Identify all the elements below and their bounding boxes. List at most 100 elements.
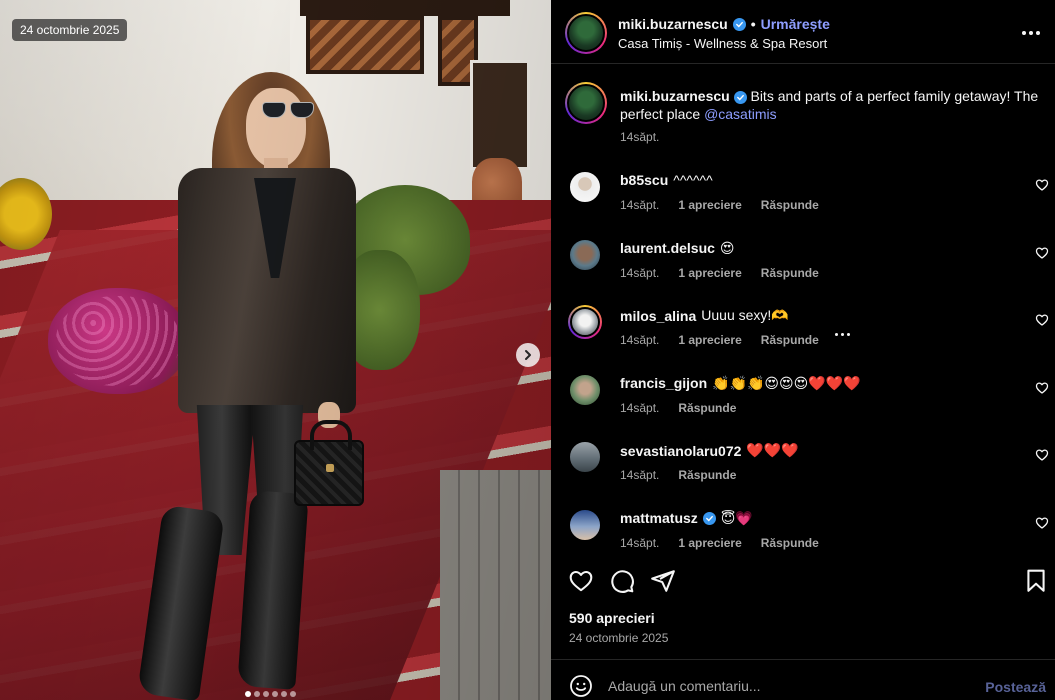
comment-line: laurent.delsuc 😍: [620, 240, 735, 257]
post-location[interactable]: Casa Timiș - Wellness & Spa Resort: [618, 36, 827, 51]
caption-text-block: miki.buzarnescu Bits and parts of a perf…: [620, 87, 1040, 123]
heart-icon[interactable]: [568, 568, 594, 594]
smiley-icon[interactable]: [569, 674, 593, 698]
comment-username[interactable]: sevastianolaru072: [620, 443, 741, 459]
post-actions-bar: [551, 560, 1055, 600]
author-avatar[interactable]: [565, 12, 607, 54]
comment-reply-button[interactable]: Răspunde: [761, 536, 819, 550]
verified-badge-icon: [733, 91, 747, 104]
comment-username[interactable]: francis_gijon: [620, 375, 707, 391]
comment-reply-button[interactable]: Răspunde: [761, 198, 819, 212]
bookmark-icon[interactable]: [1023, 568, 1049, 594]
comment-more-options[interactable]: [835, 333, 850, 336]
caption-avatar[interactable]: [565, 82, 607, 124]
follow-button[interactable]: Urmărește: [761, 16, 830, 32]
comment-meta: 14săpt. 1 apreciere Răspunde: [620, 266, 819, 280]
comment-text: ^^^^^^: [673, 172, 713, 188]
add-comment-bar: Postează: [551, 659, 1055, 700]
comment-line: sevastianolaru072 ❤️❤️❤️: [620, 442, 799, 459]
comment-username[interactable]: mattmatusz: [620, 510, 698, 526]
comment-reply-button[interactable]: Răspunde: [678, 468, 736, 482]
comment-time[interactable]: 14săpt.: [620, 266, 659, 280]
commenter-avatar[interactable]: [568, 237, 602, 272]
comment-row: mattmatusz 😇💗 14săpt. 1 apreciere Răspunde: [551, 498, 1055, 566]
comment-row: milos_alina Uuuu sexy!🫶 14săpt. 1 apreciere…: [551, 295, 1055, 363]
comment-row: b85scu ^^^^^^ 14săpt. 1 apreciere Răspunde: [551, 160, 1055, 228]
comment-text: Uuuu sexy!🫶: [701, 307, 789, 323]
post-side-panel: miki.buzarnescu • Urmărește Casa Timiș -…: [551, 0, 1055, 700]
comment-time[interactable]: 14săpt.: [620, 468, 659, 482]
author-username[interactable]: miki.buzarnescu: [618, 16, 728, 32]
comment-time[interactable]: 14săpt.: [620, 333, 659, 347]
heart-icon[interactable]: [1035, 448, 1049, 462]
commenter-avatar[interactable]: [568, 507, 602, 542]
more-options-button[interactable]: [1019, 24, 1043, 42]
comment-text: 😇💗: [720, 509, 753, 526]
carousel-dot: [281, 691, 287, 697]
comment-likes[interactable]: 1 apreciere: [678, 536, 741, 550]
comment-row: sevastianolaru072 ❤️❤️❤️ 14săpt. Răspunde: [551, 430, 1055, 498]
carousel-dot: [272, 691, 278, 697]
comment-time[interactable]: 14săpt.: [620, 198, 659, 212]
carousel-next-button[interactable]: [516, 343, 540, 367]
comment-text: 😍: [719, 239, 735, 256]
post-header: miki.buzarnescu • Urmărește Casa Timiș -…: [551, 0, 1055, 64]
commenter-avatar[interactable]: [568, 372, 602, 407]
post-date[interactable]: 24 octombrie 2025: [569, 631, 668, 645]
carousel-dots: [245, 691, 296, 697]
ellipsis-icon: [1022, 31, 1026, 35]
comment-username[interactable]: b85scu: [620, 172, 668, 188]
ellipsis-icon: [835, 333, 838, 336]
post-comment-button[interactable]: Postează: [985, 679, 1046, 695]
comment-bubble-icon[interactable]: [609, 568, 635, 594]
comments-list: b85scu ^^^^^^ 14săpt. 1 apreciere Răspunde la…: [551, 160, 1055, 565]
verified-badge-icon: [702, 511, 716, 525]
commenter-avatar[interactable]: [568, 440, 602, 474]
caption-mention-link[interactable]: @casatimis: [704, 106, 777, 122]
comment-time[interactable]: 14săpt.: [620, 401, 659, 415]
heart-icon[interactable]: [1035, 313, 1049, 327]
comment-likes[interactable]: 1 apreciere: [678, 333, 741, 347]
comment-username[interactable]: milos_alina: [620, 308, 696, 324]
caption-username[interactable]: miki.buzarnescu: [620, 88, 730, 104]
heart-icon[interactable]: [1035, 516, 1049, 530]
comment-likes[interactable]: 1 apreciere: [678, 198, 741, 212]
carousel-dot: [254, 691, 260, 697]
comment-line: b85scu ^^^^^^: [620, 172, 713, 188]
comment-meta: 14săpt. 1 apreciere Răspunde: [620, 536, 819, 550]
carousel-dot: [263, 691, 269, 697]
comment-text: 👏👏👏😍😍😍❤️❤️❤️: [712, 374, 861, 391]
caption-time[interactable]: 14săpt.: [620, 130, 659, 144]
carousel-dot: [290, 691, 296, 697]
photo-date-badge: 24 octombrie 2025: [12, 19, 128, 41]
heart-icon[interactable]: [1035, 178, 1049, 192]
comment-meta: 14săpt. Răspunde: [620, 468, 736, 482]
comment-row: francis_gijon 👏👏👏😍😍😍❤️❤️❤️ 14săpt. Răspunde: [551, 363, 1055, 431]
comment-reply-button[interactable]: Răspunde: [761, 333, 819, 347]
heart-icon[interactable]: [1035, 381, 1049, 395]
comment-line: milos_alina Uuuu sexy!🫶: [620, 307, 789, 324]
photo-shading: [0, 0, 551, 700]
comment-line: mattmatusz 😇💗: [620, 510, 753, 527]
commenter-avatar[interactable]: [568, 170, 602, 204]
comment-likes[interactable]: 1 apreciere: [678, 266, 741, 280]
author-line: miki.buzarnescu • Urmărește: [618, 16, 830, 32]
comment-input[interactable]: [608, 670, 968, 700]
comment-meta: 14săpt. Răspunde: [620, 401, 736, 415]
comment-meta: 14săpt. 1 apreciere Răspunde: [620, 333, 819, 347]
comment-time[interactable]: 14săpt.: [620, 536, 659, 550]
heart-icon[interactable]: [1035, 246, 1049, 260]
chevron-right-icon: [525, 350, 531, 360]
paper-plane-icon[interactable]: [650, 568, 676, 594]
commenter-avatar[interactable]: [568, 305, 602, 339]
comment-reply-button[interactable]: Răspunde: [761, 266, 819, 280]
comment-text: ❤️❤️❤️: [746, 442, 799, 458]
verified-badge-icon: [732, 17, 746, 31]
carousel-dot: [245, 691, 251, 697]
header-separator: •: [750, 16, 756, 32]
comment-username[interactable]: laurent.delsuc: [620, 240, 715, 256]
comment-reply-button[interactable]: Răspunde: [678, 401, 736, 415]
post-photo[interactable]: 24 octombrie 2025: [0, 0, 551, 700]
comment-meta: 14săpt. 1 apreciere Răspunde: [620, 198, 819, 212]
likes-count[interactable]: 590 aprecieri: [569, 610, 655, 626]
